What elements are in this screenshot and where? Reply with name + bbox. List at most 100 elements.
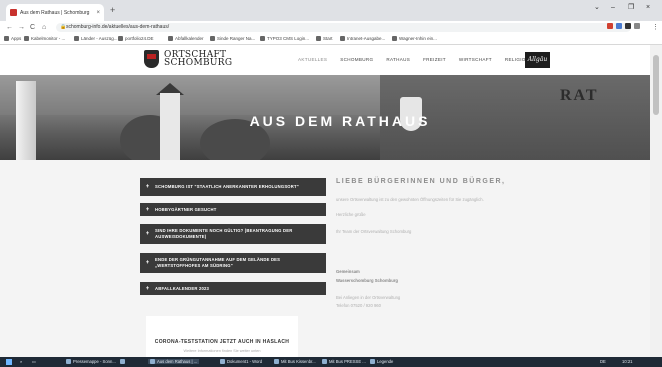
bookmark-icon <box>392 36 397 41</box>
maximize-button[interactable]: ❐ <box>628 3 634 13</box>
nav-item-aktuelles[interactable]: AKTUELLES <box>298 57 327 62</box>
taskbar-item[interactable]: Aus dem Rathaus | ... <box>148 359 200 364</box>
accordion-label: SCHOMBURG IST "STAATLICH ANERKANNTER ERH… <box>155 184 299 189</box>
favicon-icon <box>10 9 17 16</box>
bookmark-item[interactable]: Abfallkalender <box>168 36 204 41</box>
accordion-item[interactable]: + SCHOMBURG IST "STAATLICH ANERKANNTER E… <box>140 178 326 196</box>
card-title: CORONA-TESTSTATION JETZT AUCH IN HASLACH <box>154 339 290 345</box>
bookmark-icon <box>340 36 345 41</box>
browser-tab[interactable]: Aus dem Rathaus | Schomburg × <box>6 4 104 21</box>
hero-building-sign: RAT <box>560 87 599 104</box>
main-content: + SCHOMBURG IST "STAATLICH ANERKANNTER E… <box>0 160 650 357</box>
lock-icon: 🔒 <box>60 24 67 30</box>
article-text: Herzliche grüße <box>336 212 366 217</box>
browser-icon <box>150 359 155 364</box>
accordion-label: HOBBYGÄRTNER GESUCHT <box>155 206 217 212</box>
logo-line-2: SCHOMBURG <box>164 58 233 68</box>
bookmark-item[interactable]: Sinde Ranger Na... <box>210 36 255 41</box>
apps-icon <box>4 36 9 41</box>
taskbar-item[interactable]: Dokument1 - Word <box>220 359 262 364</box>
site-header: ORTSCHAFT SCHOMBURG AKTUELLES SCHOMBURG … <box>0 45 662 75</box>
tab-close-icon[interactable]: × <box>96 10 100 16</box>
app-icon <box>120 359 125 364</box>
accordion-label: ENDE DER GRÜNGUTANNAHME AUF DEM GELÄNDE … <box>155 257 281 268</box>
page-scrollbar[interactable] <box>650 45 662 357</box>
nav-item-rathaus[interactable]: RATHAUS <box>386 57 410 62</box>
reload-button[interactable]: C <box>30 22 35 33</box>
back-button[interactable]: ← <box>6 22 13 33</box>
coat-of-arms-icon <box>144 50 159 68</box>
bookmark-item[interactable]: Kabelmonitor - ... <box>24 36 65 41</box>
accordion-label: SIND IHRE DOKUMENTE NOCH GÜLTIG? (BEANTR… <box>155 228 293 239</box>
bookmark-item[interactable]: Wagner-Inhin ein... <box>392 36 437 41</box>
accordion-label: ABFALLKALENDER 2023 <box>155 285 210 291</box>
bookmark-item[interactable]: Apps <box>4 36 21 41</box>
profile-icon[interactable] <box>634 23 640 29</box>
bookmark-item[interactable]: Länder - Auszüg... <box>74 36 118 41</box>
bookmark-icon <box>210 36 215 41</box>
site-logo[interactable]: ORTSCHAFT SCHOMBURG <box>144 50 232 68</box>
news-card[interactable]: CORONA-TESTSTATION JETZT AUCH IN HASLACH… <box>146 316 298 357</box>
app-icon <box>370 359 375 364</box>
plus-icon: + <box>145 206 150 213</box>
article-text: unsere Ortsverwaltung ist zu den gewohnt… <box>336 197 484 202</box>
accordion-item[interactable]: + ABFALLKALENDER 2023 <box>140 282 326 295</box>
article-heading: LIEBE BÜRGERINNEN UND BÜRGER, <box>336 178 506 185</box>
bookmark-item[interactable]: Intranet-Ausgabe... <box>340 36 385 41</box>
extension-icon[interactable] <box>616 23 622 29</box>
tab-search-icon[interactable]: ⌄ <box>594 3 600 13</box>
taskbar-item[interactable]: Mit Bus Kissenbr... <box>274 359 316 364</box>
page-title: AUS DEM RATHAUS <box>249 113 431 129</box>
logo-text: ORTSCHAFT SCHOMBURG <box>164 51 233 68</box>
nav-item-wirtschaft[interactable]: WIRTSCHAFT <box>459 57 492 62</box>
nav-item-schomburg[interactable]: SCHOMBURG <box>340 57 373 62</box>
accordion-item[interactable]: + ENDE DER GRÜNGUTANNAHME AUF DEM GELÄND… <box>140 253 326 273</box>
taskbar-pinned-icon[interactable] <box>120 359 125 364</box>
article-text: Wasserschomburg Schomburg <box>336 278 398 283</box>
article-text: Bei Anliegen in der Ortsverwaltung <box>336 295 401 300</box>
app-icon <box>322 359 327 364</box>
bookmark-icon <box>74 36 79 41</box>
bookmark-item[interactable]: portfolio24.DE <box>118 36 154 41</box>
bookmark-item[interactable]: Start <box>316 36 333 41</box>
home-button[interactable]: ⌂ <box>42 22 46 33</box>
taskbar-item[interactable]: Pressemappe - Sonn... <box>66 359 116 364</box>
forward-button[interactable]: → <box>18 22 25 33</box>
hero-banner: RAT AUS DEM RATHAUS <box>0 75 662 160</box>
scrollbar-thumb[interactable] <box>653 55 659 115</box>
taskbar-item[interactable]: Mit Bus PRESSE ... <box>322 359 366 364</box>
bookmark-item[interactable]: TYPO3 CMS Login... <box>260 36 309 41</box>
address-bar-row: ← → C ⌂ 🔒 schomburg-info.de/aktuelles/au… <box>0 21 662 34</box>
minimize-button[interactable]: – <box>611 3 615 13</box>
main-navigation: AKTUELLES SCHOMBURG RATHAUS FREIZEIT WIR… <box>298 57 529 62</box>
extension-icon[interactable] <box>607 23 613 29</box>
plus-icon: + <box>145 184 150 190</box>
card-subtitle: Weitere Informationen finden Sie weiter … <box>183 349 261 353</box>
nav-item-freizeit[interactable]: FREIZEIT <box>423 57 446 62</box>
app-icon <box>66 359 71 364</box>
taskbar-item[interactable]: Legende <box>370 359 393 364</box>
bookmark-icon <box>260 36 265 41</box>
url-field[interactable]: 🔒 schomburg-info.de/aktuelles/aus-dem-ra… <box>56 23 631 32</box>
search-icon[interactable]: ⌕ <box>20 359 22 364</box>
bookmark-icon <box>168 36 173 41</box>
accordion-item[interactable]: + SIND IHRE DOKUMENTE NOCH GÜLTIG? (BEAN… <box>140 224 326 244</box>
plus-icon: + <box>145 260 150 266</box>
language-indicator[interactable]: DE <box>600 359 606 364</box>
task-view-icon[interactable]: ▭ <box>32 359 36 364</box>
allgaeu-brand-logo[interactable]: Allgäu <box>525 52 550 68</box>
plus-icon: + <box>145 231 150 237</box>
close-window-button[interactable]: × <box>646 3 650 13</box>
new-tab-button[interactable]: + <box>110 4 115 16</box>
windows-start-icon[interactable] <box>6 359 12 365</box>
article-text: Ihr Team der Ortsverwaltung Schomburg <box>336 229 412 234</box>
extension-icon[interactable] <box>625 23 631 29</box>
bookmark-icon <box>118 36 123 41</box>
clock[interactable]: 10:21 <box>622 359 632 364</box>
word-icon <box>220 359 225 364</box>
browser-tabstrip: Aus dem Rathaus | Schomburg × + ⌄ – ❐ × <box>0 0 662 21</box>
accordion-item[interactable]: + HOBBYGÄRTNER GESUCHT <box>140 203 326 216</box>
app-icon <box>274 359 279 364</box>
menu-icon[interactable]: ⋮ <box>652 22 659 33</box>
bookmarks-bar: Apps Kabelmonitor - ... Länder - Auszüg.… <box>0 34 662 45</box>
